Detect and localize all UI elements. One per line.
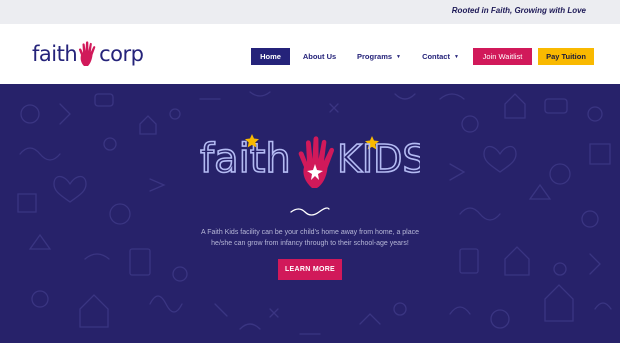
nav-contact[interactable]: Contact ▼ [418,48,463,65]
tagline: Rooted in Faith, Growing with Love [451,6,586,15]
decorative-swirl [290,207,330,216]
chevron-down-icon: ▼ [453,53,459,60]
nav-programs[interactable]: Programs ▼ [353,48,405,65]
logo-text-faith: faith [32,42,78,66]
svg-text:KIDS: KIDS [337,137,420,181]
nav-home[interactable]: Home [251,48,290,65]
hand-icon [79,41,96,66]
faithcorp-logo[interactable]: faith corp [32,39,144,69]
svg-text:faith: faith [200,136,291,182]
logo-text-corp: corp [99,42,144,66]
site-header: faith corp Home About Us Programs ▼ Conta… [0,24,620,84]
top-bar: Rooted in Faith, Growing with Love [0,0,620,24]
hand-icon [298,136,335,188]
chevron-down-icon: ▼ [396,53,401,60]
learn-more-button[interactable]: LEARN MORE [278,259,342,280]
nav-about-us[interactable]: About Us [299,48,340,65]
hero-section: faith KIDS A Faith Kids facility can be … [0,84,620,343]
pay-tuition-button[interactable]: Pay Tuition [538,48,594,65]
join-waitlist-button[interactable]: Join Waitlist [473,48,532,65]
faithkids-logo: faith KIDS [200,134,420,188]
hero-description: A Faith Kids facility can be your child'… [200,229,420,247]
